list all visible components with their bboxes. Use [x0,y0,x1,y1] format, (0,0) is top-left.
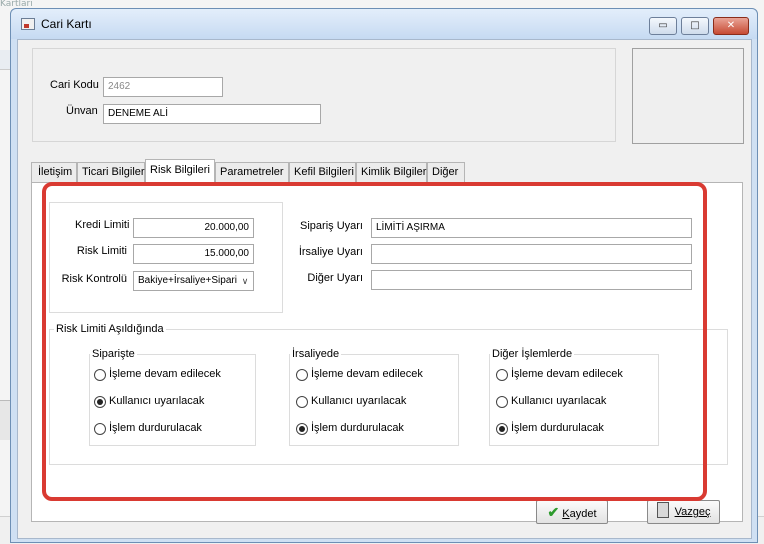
diger-islemler-group: Diğer İşlemlerde İşleme devam edilecek K… [489,348,659,446]
risk-kontrolu-select[interactable]: Bakiye+İrsaliye+Sipariş ∨ [133,271,254,291]
diger-option-uyari[interactable]: Kullanıcı uyarılacak [496,395,656,411]
risk-bilgileri-panel: Kredi Limiti 20.000,00 Risk Limiti 15.00… [31,182,743,522]
dialog-client-area: Cari Kodu 2462 Ünvan DENEME ALİ İletişim… [17,39,752,539]
radio-circle [296,396,308,408]
siparis-group-legend: Siparişte [90,348,137,360]
unvan-label: Ünvan [66,105,98,117]
option-label: İşleme devam edilecek [511,368,623,380]
radio-circle-selected [296,423,308,435]
title-bar[interactable]: Cari Kartı ▭ □ ✕ [11,9,757,39]
window-title: Cari Kartı [41,17,92,31]
close-icon: ✕ [726,20,736,31]
kredi-limiti-field[interactable]: 20.000,00 [133,218,254,238]
exit-door-icon [656,502,669,518]
irsaliye-uyari-field[interactable] [371,244,692,264]
cancel-label: azgeç [681,506,711,518]
minimize-button[interactable]: ▭ [649,17,677,35]
diger-islemler-group-legend: Diğer İşlemlerde [490,348,575,360]
maximize-button[interactable]: □ [681,17,709,35]
tab-label: İletişim [38,166,73,178]
risk-kontrolu-label: Risk Kontrolü [61,273,127,285]
risk-limiti-field[interactable]: 15.000,00 [133,244,254,264]
radio-circle-selected [94,396,106,408]
tab-label: Ticari Bilgiler [82,166,145,178]
tab-label: Diğer [432,166,459,178]
background-app-title: Kartları [0,0,33,8]
radio-circle [496,396,508,408]
cancel-button[interactable]: Vazgeç [647,500,720,524]
limits-group: Kredi Limiti 20.000,00 Risk Limiti 15.00… [49,202,283,313]
option-label: Kullanıcı uyarılacak [109,395,205,407]
option-label: İşlem durdurulacak [311,422,404,434]
option-label: Kullanıcı uyarılacak [511,395,607,407]
option-label: İşlem durdurulacak [109,422,202,434]
tab-parametreler[interactable]: Parametreler [215,162,289,182]
photo-box[interactable] [632,48,744,144]
irsaliye-option-durdur[interactable]: İşlem durdurulacak [296,422,456,438]
risk-limiti-label: Risk Limiti [76,245,127,257]
option-label: Kullanıcı uyarılacak [311,395,407,407]
radio-circle [94,423,106,435]
header-group: Cari Kodu 2462 Ünvan DENEME ALİ [32,48,616,142]
maximize-icon: □ [690,20,700,31]
radio-circle [296,369,308,381]
chevron-down-icon[interactable]: ∨ [237,272,253,290]
save-button[interactable]: ✔ Kaydet [536,500,608,524]
cari-karti-window: Cari Kartı ▭ □ ✕ Cari Kodu 2462 Ünvan DE… [10,8,758,543]
irsaliye-option-uyari[interactable]: Kullanıcı uyarılacak [296,395,456,411]
radio-circle [94,369,106,381]
tab-iletisim[interactable]: İletişim [31,162,77,182]
checkmark-icon: ✔ [547,504,560,520]
option-label: İşleme devam edilecek [109,368,221,380]
save-label: aydet [569,508,597,520]
tab-label: Kefil Bilgileri [294,166,354,178]
irsaliye-group: İrsaliyede İşleme devam edilecek Kullanı… [289,348,459,446]
save-accesskey: K [562,508,570,520]
diger-option-devam[interactable]: İşleme devam edilecek [496,368,656,384]
cari-kodu-field[interactable]: 2462 [103,77,223,97]
siparis-uyari-field[interactable]: LİMİTİ AŞIRMA [371,218,692,238]
irsaliye-group-legend: İrsaliyede [290,348,342,360]
tab-label: Kimlik Bilgileri [361,166,429,178]
diger-option-durdur[interactable]: İşlem durdurulacak [496,422,656,438]
diger-uyari-field[interactable] [371,270,692,290]
tab-label: Parametreler [220,166,284,178]
siparis-option-devam[interactable]: İşleme devam edilecek [94,368,254,384]
cari-kodu-label: Cari Kodu [50,79,99,91]
siparis-uyari-label: Sipariş Uyarı [300,220,363,232]
tab-kimlik-bilgileri[interactable]: Kimlik Bilgileri [356,162,429,182]
irsaliye-uyari-label: İrsaliye Uyarı [298,246,363,258]
risk-exceeded-group: Risk Limiti Aşıldığında Siparişte İşleme… [49,323,728,465]
diger-uyari-label: Diğer Uyarı [307,272,363,284]
unvan-field[interactable]: DENEME ALİ [103,104,321,124]
irsaliye-option-devam[interactable]: İşleme devam edilecek [296,368,456,384]
tab-diger[interactable]: Diğer [427,162,465,182]
risk-exceeded-legend: Risk Limiti Aşıldığında [54,323,166,335]
siparis-option-uyari[interactable]: Kullanıcı uyarılacak [94,395,254,411]
kredi-limiti-label: Kredi Limiti [75,219,130,231]
radio-circle [496,369,508,381]
close-button[interactable]: ✕ [713,17,749,35]
tab-label: Risk Bilgileri [150,164,210,176]
risk-kontrolu-value: Bakiye+İrsaliye+Sipariş [138,275,242,286]
option-label: İşleme devam edilecek [311,368,423,380]
siparis-group: Siparişte İşleme devam edilecek Kullanıc… [89,348,256,446]
minimize-icon: ▭ [658,20,668,31]
tab-kefil-bilgileri[interactable]: Kefil Bilgileri [289,162,356,182]
radio-circle-selected [496,423,508,435]
tab-risk-bilgileri[interactable]: Risk Bilgileri [145,159,215,183]
tab-ticari-bilgiler[interactable]: Ticari Bilgiler [77,162,145,182]
option-label: İşlem durdurulacak [511,422,604,434]
siparis-option-durdur[interactable]: İşlem durdurulacak [94,422,254,438]
app-icon [21,18,35,30]
